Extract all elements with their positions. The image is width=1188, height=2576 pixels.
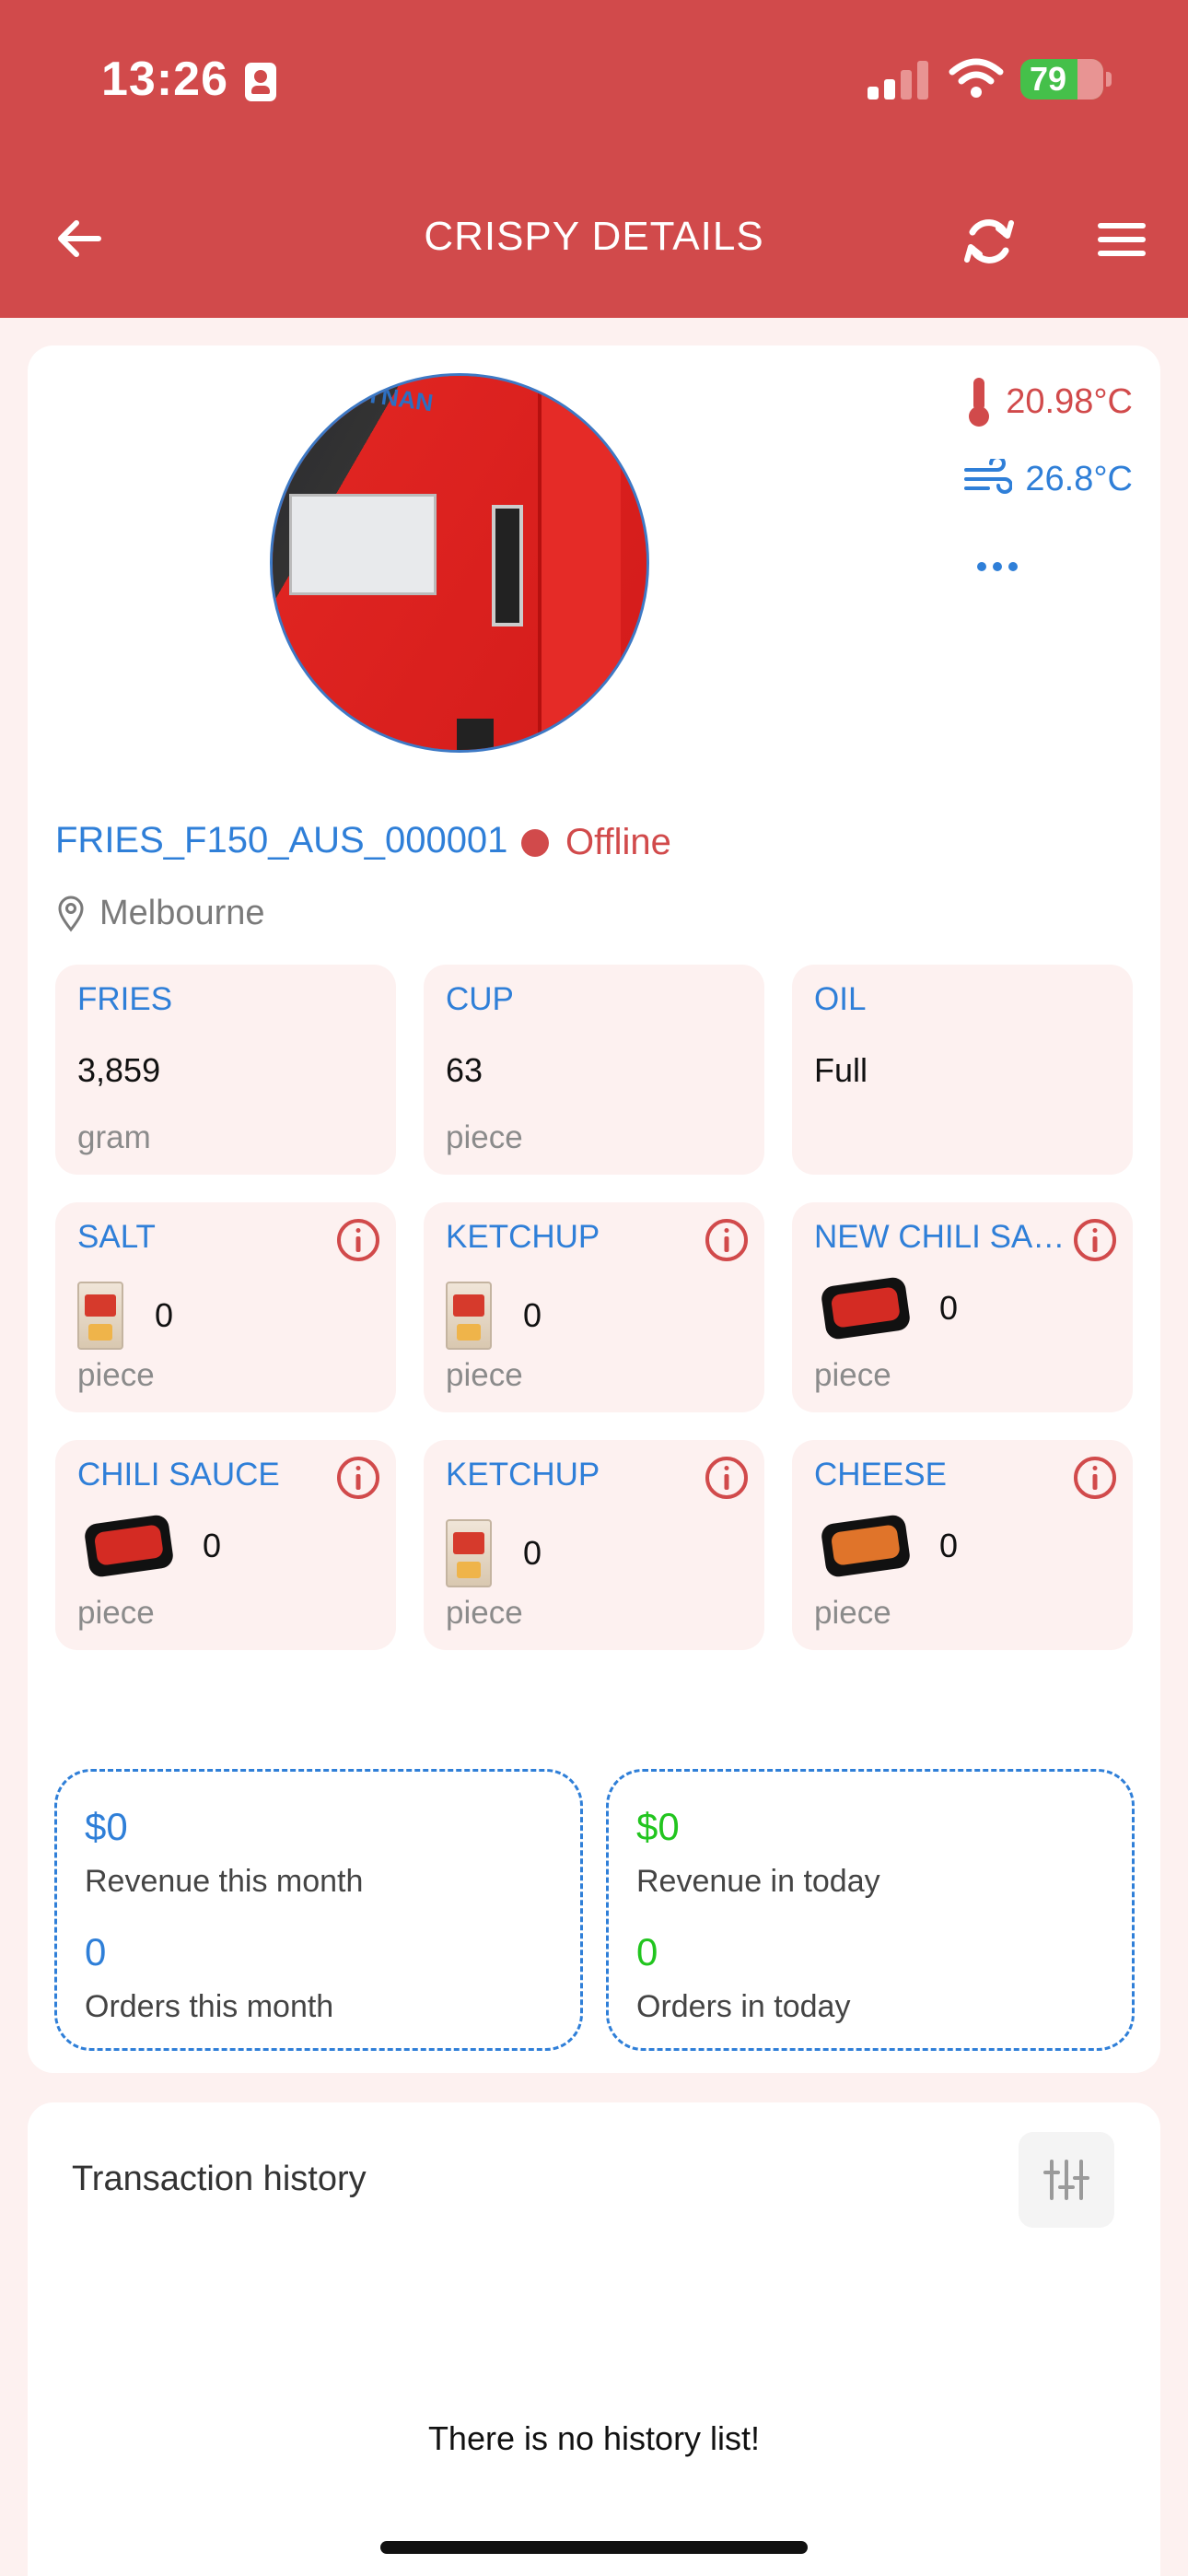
- info-icon[interactable]: [1072, 1455, 1118, 1501]
- tile-label: CUP: [446, 981, 514, 1017]
- empty-history-message: There is no history list!: [427, 2419, 761, 2457]
- tile-unit: piece: [77, 1595, 155, 1631]
- info-icon[interactable]: [704, 1217, 750, 1263]
- history-title: Transaction history: [72, 2160, 367, 2198]
- revenue-today-value: $0: [636, 1805, 680, 1848]
- info-icon[interactable]: [704, 1455, 750, 1501]
- tile-label: CHEESE: [814, 1457, 947, 1493]
- tile-label: SALT: [77, 1219, 156, 1255]
- location-text: Melbourne: [99, 894, 265, 932]
- sauce-tub-icon: [83, 1513, 175, 1579]
- product-count: 0: [939, 1289, 959, 1327]
- wifi-icon: [949, 58, 1004, 98]
- revenue-today-label: Revenue in today: [636, 1864, 880, 1899]
- monthly-stats-box: $0 Revenue this month 0 Orders this mont…: [54, 1769, 583, 2051]
- today-stats-box: $0 Revenue in today 0 Orders in today: [606, 1769, 1135, 2051]
- status-badge: Offline: [521, 822, 671, 863]
- revenue-month-value: $0: [85, 1805, 128, 1848]
- hamburger-menu-icon[interactable]: [1096, 217, 1147, 262]
- tile-label: OIL: [814, 981, 867, 1017]
- temperature-readout: 20.98°C: [965, 376, 1133, 427]
- cellular-signal-icon: [868, 61, 928, 100]
- filter-button[interactable]: [1019, 2132, 1114, 2228]
- machine-door: [538, 376, 621, 750]
- info-icon[interactable]: [335, 1217, 381, 1263]
- tile-value: 63: [446, 1051, 483, 1089]
- product-tile-chili-sauce[interactable]: CHILI SAUCE 0 piece: [55, 1440, 396, 1650]
- location: Melbourne: [57, 894, 265, 933]
- product-tile-ketchup-2[interactable]: KETCHUP 0 piece: [424, 1440, 764, 1650]
- sauce-tub-icon: [820, 1275, 912, 1341]
- product-tile-new-chili-sauce[interactable]: NEW CHILI SAUCE 0 piece: [792, 1202, 1133, 1412]
- temperature-value: 20.98°C: [1006, 381, 1133, 421]
- sachet-icon: [446, 1282, 492, 1350]
- machine-tray: [457, 719, 494, 750]
- tile-unit: gram: [77, 1119, 151, 1155]
- cheese-tub-icon: [820, 1513, 912, 1579]
- tile-label: KETCHUP: [446, 1457, 600, 1493]
- machine-id: FRIES_F150_AUS_000001: [55, 820, 508, 861]
- tile-unit: piece: [446, 1119, 523, 1155]
- orders-month-value: 0: [85, 1930, 107, 1973]
- product-count: 0: [939, 1527, 959, 1564]
- product-count: 0: [203, 1527, 222, 1564]
- status-text: Offline: [565, 822, 671, 862]
- contact-card-icon: [245, 63, 276, 101]
- product-tile-cheese[interactable]: CHEESE 0 piece: [792, 1440, 1133, 1650]
- tile-label: CHILI SAUCE: [77, 1457, 280, 1493]
- machine-screen: [289, 494, 437, 595]
- tile-value: 3,859: [77, 1051, 161, 1089]
- location-pin-icon: [58, 896, 84, 931]
- app-header: 13:26 79 CRISPY DETAILS: [0, 0, 1188, 318]
- tile-value: Full: [814, 1051, 868, 1089]
- inventory-tile-fries[interactable]: FRIES 3,859 gram: [55, 965, 396, 1175]
- orders-today-label: Orders in today: [636, 1989, 851, 2024]
- status-dot-icon: [521, 828, 549, 857]
- tile-label: FRIES: [77, 981, 173, 1017]
- product-count: 0: [155, 1296, 174, 1334]
- orders-today-value: 0: [636, 1930, 658, 1973]
- inventory-tile-cup[interactable]: CUP 63 piece: [424, 965, 764, 1175]
- tile-unit: piece: [814, 1595, 891, 1631]
- sachet-icon: [446, 1519, 492, 1587]
- orders-month-label: Orders this month: [85, 1989, 334, 2024]
- info-icon[interactable]: [335, 1455, 381, 1501]
- wind-temperature-value: 26.8°C: [1025, 459, 1133, 498]
- tile-unit: piece: [814, 1357, 891, 1393]
- info-icon[interactable]: [1072, 1217, 1118, 1263]
- product-count: 0: [523, 1296, 542, 1334]
- battery-remaining-shape: [1077, 59, 1103, 100]
- filter-sliders-icon: [1043, 2160, 1089, 2200]
- tile-unit: piece: [446, 1357, 523, 1393]
- tile-label: NEW CHILI SAUCE: [814, 1219, 1081, 1255]
- revenue-month-label: Revenue this month: [85, 1864, 364, 1899]
- tile-label: KETCHUP: [446, 1219, 600, 1255]
- status-time: 13:26: [101, 53, 228, 106]
- inventory-tile-oil[interactable]: OIL Full: [792, 965, 1133, 1175]
- battery-tip: [1106, 72, 1112, 87]
- home-indicator[interactable]: [380, 2541, 808, 2554]
- product-count: 0: [523, 1534, 542, 1572]
- transaction-history-card: Transaction history There is no history …: [28, 2102, 1160, 2576]
- product-tile-ketchup[interactable]: KETCHUP 0 piece: [424, 1202, 764, 1412]
- more-options-icon[interactable]: [977, 553, 1018, 580]
- machine-photo: HYNAN: [270, 373, 649, 753]
- tile-unit: piece: [77, 1357, 155, 1393]
- refresh-icon[interactable]: [958, 210, 1020, 273]
- tile-unit: piece: [446, 1595, 523, 1631]
- machine-card-slot: [492, 505, 523, 626]
- thermometer-icon: [969, 378, 990, 427]
- wind-icon: [964, 459, 1013, 494]
- sachet-icon: [77, 1282, 123, 1350]
- product-tile-salt[interactable]: SALT 0 piece: [55, 1202, 396, 1412]
- wind-temperature-readout: 26.8°C: [964, 459, 1133, 499]
